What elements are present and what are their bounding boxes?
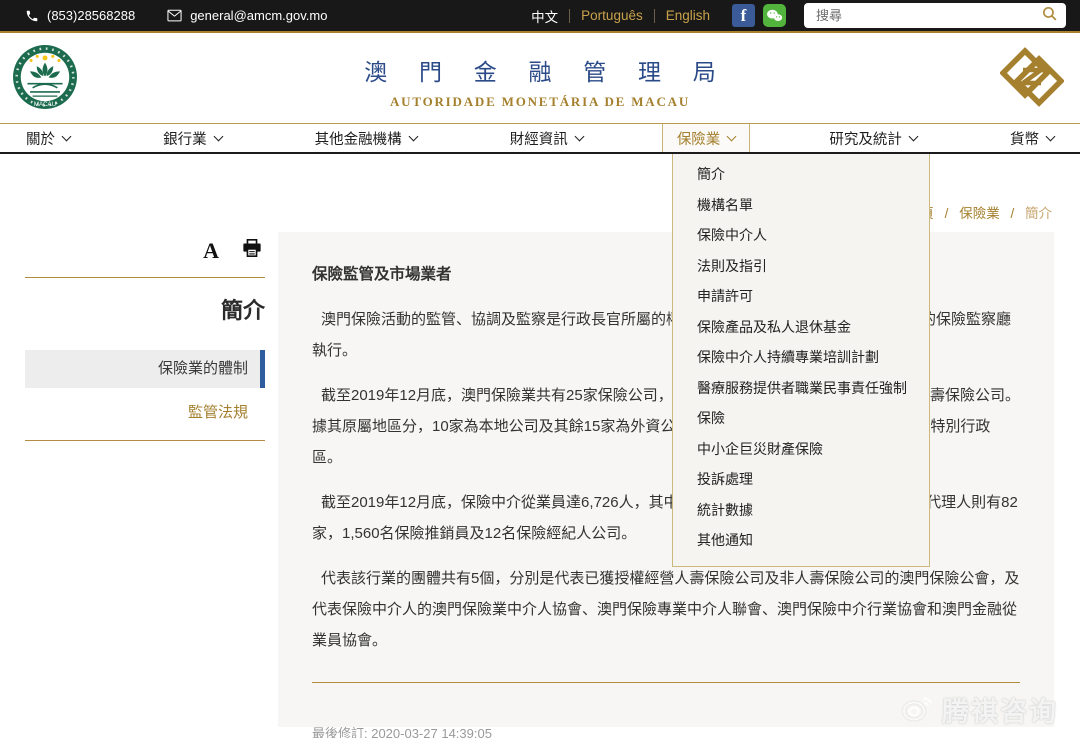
print-icon[interactable] xyxy=(241,238,263,263)
page-tools: A xyxy=(25,238,265,277)
chevron-down-icon xyxy=(408,132,418,142)
dropdown-item-intermediaries[interactable]: 保險中介人 xyxy=(673,220,929,251)
site-title-zh: 澳 門 金 融 管 理 局 xyxy=(0,53,1080,87)
nav-label: 銀行業 xyxy=(163,128,207,149)
breadcrumb-separator: / xyxy=(945,206,949,221)
sidebar-item-insurance-system[interactable]: 保險業的體制 xyxy=(25,350,265,388)
nav-item-financial-info[interactable]: 財經資訊 xyxy=(496,124,597,152)
nav-item-insurance[interactable]: 保險業 xyxy=(662,124,751,152)
nav-item-about[interactable]: 關於 xyxy=(12,124,84,152)
chevron-down-icon xyxy=(908,132,918,142)
lang-en[interactable]: English xyxy=(666,8,710,23)
site-title-block: 澳 門 金 融 管 理 局 AUTORIDADE MONETÁRIA DE MA… xyxy=(0,53,1080,110)
dropdown-item-products-pension[interactable]: 保險產品及私人退休基金 xyxy=(673,312,929,343)
dropdown-item-complaints[interactable]: 投訴處理 xyxy=(673,464,929,495)
sidebar-item-regulations[interactable]: 監管法規 xyxy=(25,400,265,426)
dropdown-item-statistics[interactable]: 統計數據 xyxy=(673,495,929,526)
breadcrumb-separator: / xyxy=(1010,206,1014,221)
mail-icon xyxy=(167,9,182,22)
font-size-button[interactable]: A xyxy=(203,240,219,262)
nav-item-research-statistics[interactable]: 研究及統計 xyxy=(815,124,931,152)
last-modified: 最後修訂: 2020-03-27 14:39:05 xyxy=(312,723,1020,738)
lang-pt[interactable]: Português xyxy=(581,8,643,23)
nav-label: 研究及統計 xyxy=(829,128,902,149)
divider xyxy=(569,9,570,23)
wechat-icon[interactable] xyxy=(763,4,786,27)
divider xyxy=(25,440,265,441)
nav-label: 保險業 xyxy=(677,128,721,149)
site-header: MACAU 澳 門 金 融 管 理 局 AUTORIDADE MONETÁRIA… xyxy=(0,33,1080,124)
nav-label: 其他金融機構 xyxy=(315,128,402,149)
site-title-pt: AUTORIDADE MONETÁRIA DE MACAU xyxy=(0,94,1080,110)
phone-link[interactable]: (853)28568288 xyxy=(25,8,135,23)
nav-label: 關於 xyxy=(26,128,55,149)
phone-number: (853)28568288 xyxy=(47,8,135,23)
main-nav: 關於 銀行業 其他金融機構 財經資訊 保險業 研究及統計 貨幣 xyxy=(0,124,1080,154)
topbar-right: 中文 Português English f xyxy=(531,3,1066,28)
divider xyxy=(312,682,1020,683)
nav-item-other-financial[interactable]: 其他金融機構 xyxy=(301,124,431,152)
email-link[interactable]: general@amcm.gov.mo xyxy=(167,8,327,23)
content-paragraph: 代表該行業的團體共有5個，分別是代表已獲授權經營人壽保險公司及非人壽保險公司的澳… xyxy=(312,563,1020,656)
email-address: general@amcm.gov.mo xyxy=(190,8,327,23)
sidebar-heading: 簡介 xyxy=(25,296,265,326)
nav-item-currency[interactable]: 貨幣 xyxy=(996,124,1068,152)
nav-item-banking[interactable]: 銀行業 xyxy=(149,124,236,152)
amcm-diamond-logo xyxy=(1000,45,1064,109)
dropdown-item-other-notices[interactable]: 其他通知 xyxy=(673,525,929,556)
dropdown-item-medical-liability[interactable]: 醫療服務提供者職業民事責任強制保險 xyxy=(673,373,929,434)
chevron-down-icon xyxy=(62,132,72,142)
sidebar: A 簡介 保險業的體制 監管法規 xyxy=(25,238,265,441)
dropdown-item-cpd-programme[interactable]: 保險中介人持續專業培訓計劃 xyxy=(673,342,929,373)
chevron-down-icon xyxy=(213,132,223,142)
chevron-down-icon xyxy=(1046,132,1056,142)
chevron-down-icon xyxy=(727,132,737,142)
dropdown-item-sme-catastrophe[interactable]: 中小企巨災財產保險 xyxy=(673,434,929,465)
nav-label: 財經資訊 xyxy=(510,128,568,149)
search-box xyxy=(804,3,1066,28)
chevron-down-icon xyxy=(574,132,584,142)
content-panel: 保險監管及市場業者 澳門保險活動的監管、協調及監察是行政長官所屬的權限，具體工作… xyxy=(278,232,1054,727)
dropdown-item-institutions[interactable]: 機構名單 xyxy=(673,190,929,221)
search-input[interactable] xyxy=(814,7,1041,24)
nav-label: 貨幣 xyxy=(1010,128,1039,149)
breadcrumb-current: 簡介 xyxy=(1025,206,1052,221)
dropdown-item-rules-guidelines[interactable]: 法則及指引 xyxy=(673,251,929,282)
breadcrumb-section[interactable]: 保險業 xyxy=(959,206,1000,221)
dropdown-item-intro[interactable]: 簡介 xyxy=(673,159,929,190)
lang-zh[interactable]: 中文 xyxy=(531,6,558,26)
divider xyxy=(654,9,655,23)
top-utility-bar: (853)28568288 general@amcm.gov.mo 中文 Por… xyxy=(0,0,1080,33)
insurance-dropdown-menu: 簡介 機構名單 保險中介人 法則及指引 申請許可 保險產品及私人退休基金 保險中… xyxy=(672,154,930,567)
dropdown-item-application[interactable]: 申請許可 xyxy=(673,281,929,312)
page: (853)28568288 general@amcm.gov.mo 中文 Por… xyxy=(0,0,1080,738)
facebook-icon[interactable]: f xyxy=(732,4,755,27)
divider xyxy=(25,277,265,278)
search-icon[interactable] xyxy=(1041,5,1058,27)
phone-icon xyxy=(25,9,39,23)
